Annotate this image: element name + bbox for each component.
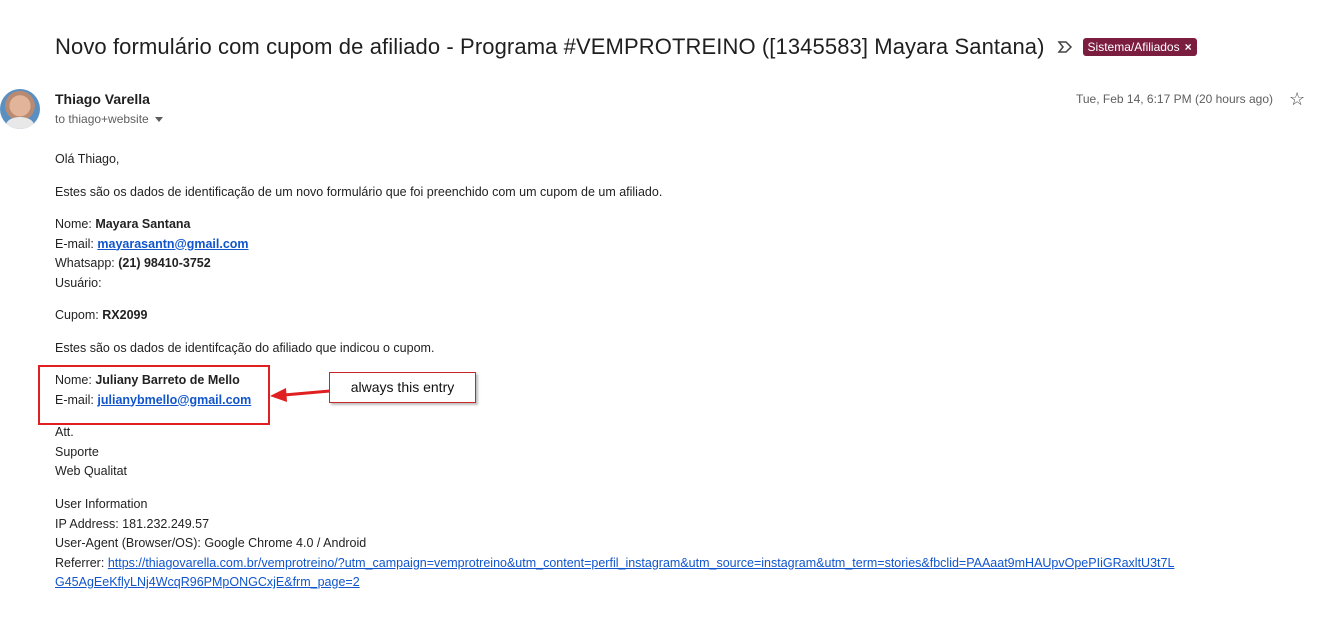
nome-line: Nome: Mayara Santana: [55, 217, 191, 231]
referrer-line-2: G45AgEeKflyLNj4WcqR96PMpONGCxjE&frm_page…: [55, 573, 1174, 593]
form-details: Nome: Mayara Santana E-mail: mayarasantn…: [55, 215, 249, 293]
sign-company: Web Qualitat: [55, 464, 128, 478]
referrer-link-cont[interactable]: G45AgEeKflyLNj4WcqR96PMpONGCxjE&frm_page…: [55, 575, 360, 589]
sign-suporte: Suporte: [55, 444, 99, 459]
chevron-down-icon[interactable]: [154, 116, 163, 122]
subject-row: Novo formulário com cupom de afiliado - …: [55, 32, 1197, 62]
ua-line: User-Agent (Browser/OS): Google Chrome 4…: [55, 536, 367, 550]
annotation-callout: always this entry: [329, 372, 476, 403]
label-chip[interactable]: Sistema/Afiliados ×: [1082, 38, 1197, 56]
affiliate-intro: Estes são os dados de identifcação do af…: [55, 341, 435, 355]
arrow-left-icon: [270, 388, 331, 402]
ip-line: IP Address: 181.232.249.57: [55, 516, 210, 531]
sender-name[interactable]: Thiago Varella: [55, 91, 150, 107]
email-date: Tue, Feb 14, 6:17 PM (20 hours ago): [1076, 92, 1273, 106]
user-information: User Information IP Address: 181.232.249…: [55, 495, 1174, 593]
greeting: Olá Thiago,: [55, 152, 120, 166]
cupom-line: Cupom: RX2099: [55, 308, 148, 322]
usuario-line: Usuário:: [55, 275, 102, 290]
label-remove-icon[interactable]: ×: [1185, 40, 1192, 54]
label-chip-text: Sistema/Afiliados: [1087, 40, 1180, 54]
email-line: E-mail: mayarasantn@gmail.com: [55, 236, 249, 251]
sign-att: Att.: [55, 425, 74, 439]
star-icon[interactable]: ☆: [1289, 90, 1305, 108]
intro-text: Estes são os dados de identificação de u…: [55, 185, 663, 199]
ui-title: User Information: [55, 497, 148, 511]
highlight-box: [38, 365, 270, 425]
referrer-line: Referrer: https://thiagovarella.com.br/v…: [55, 555, 1175, 570]
avatar[interactable]: [0, 89, 40, 129]
cupom-value: RX2099: [102, 308, 148, 322]
whatsapp-line: Whatsapp: (21) 98410-3752: [55, 256, 211, 270]
referrer-link[interactable]: https://thiagovarella.com.br/vemprotrein…: [108, 556, 1175, 570]
importance-marker-icon[interactable]: [1056, 41, 1073, 53]
recipient-text: to thiago+website: [55, 112, 149, 126]
email-link[interactable]: mayarasantn@gmail.com: [97, 237, 248, 251]
whatsapp-value: (21) 98410-3752: [118, 256, 211, 270]
email-subject: Novo formulário com cupom de afiliado - …: [55, 34, 1045, 59]
recipient-line[interactable]: to thiago+website: [55, 112, 163, 126]
signature: Att. Suporte Web Qualitat: [55, 423, 127, 482]
nome-value: Mayara Santana: [95, 217, 191, 231]
